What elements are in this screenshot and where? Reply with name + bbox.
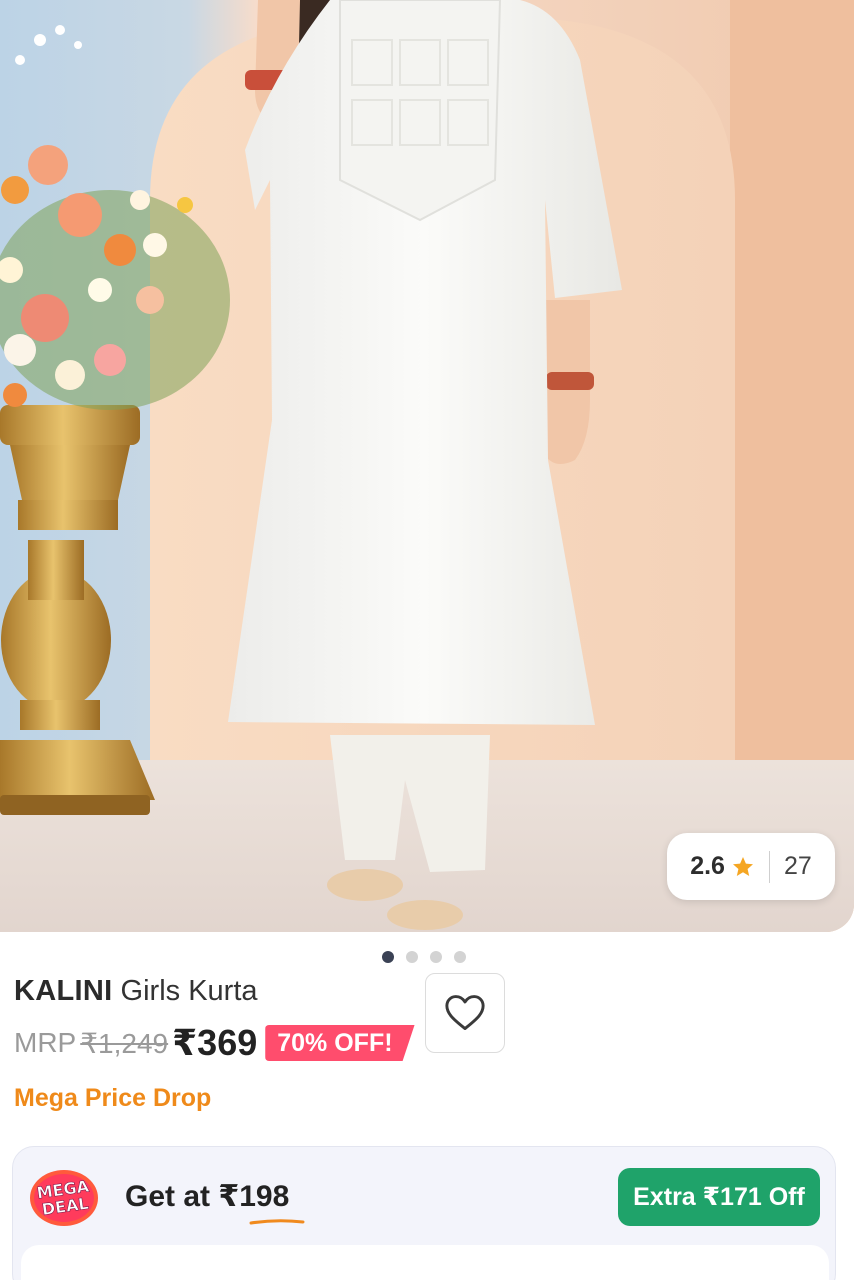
product-name: Girls Kurta <box>120 975 258 1007</box>
mega-price-drop-tag: Mega Price Drop <box>14 1084 212 1112</box>
deal-details-panel <box>21 1245 829 1280</box>
mega-deal-card[interactable]: MEGA DEAL Get at ₹198 Extra ₹171 Off <box>12 1146 836 1280</box>
deal-underline-decoration <box>249 1219 305 1225</box>
rating-badge[interactable]: 2.6 27 <box>667 833 835 900</box>
image-pager[interactable] <box>382 951 466 963</box>
wishlist-button[interactable] <box>425 973 505 1053</box>
rating-value: 2.6 <box>690 852 725 880</box>
extra-off-button[interactable]: Extra ₹171 Off <box>618 1168 820 1226</box>
brand-name[interactable]: KALINI <box>14 975 112 1007</box>
rating-count: 27 <box>783 852 812 880</box>
discount-badge: 70% OFF! <box>265 1025 415 1061</box>
product-image[interactable]: 2.6 27 <box>0 0 854 932</box>
rating-divider <box>768 850 770 883</box>
pager-dot[interactable] <box>406 951 418 963</box>
mega-deal-logo: MEGA DEAL <box>30 1170 98 1226</box>
pager-dot[interactable] <box>454 951 466 963</box>
price-row: MRP ₹1,249 ₹369 70% OFF! <box>14 1021 415 1065</box>
mrp-value: ₹1,249 <box>80 1027 169 1059</box>
pager-dot[interactable] <box>430 951 442 963</box>
product-title: KALINI Girls Kurta <box>14 975 258 1008</box>
heart-outline-icon <box>445 995 485 1031</box>
mrp-label: MRP <box>14 1027 77 1058</box>
pager-dot-active[interactable] <box>382 951 394 963</box>
deal-price-text: Get at ₹198 <box>125 1180 290 1213</box>
star-icon <box>732 856 753 876</box>
sale-price: ₹369 <box>172 1022 258 1063</box>
product-photo-illustration <box>0 0 854 932</box>
